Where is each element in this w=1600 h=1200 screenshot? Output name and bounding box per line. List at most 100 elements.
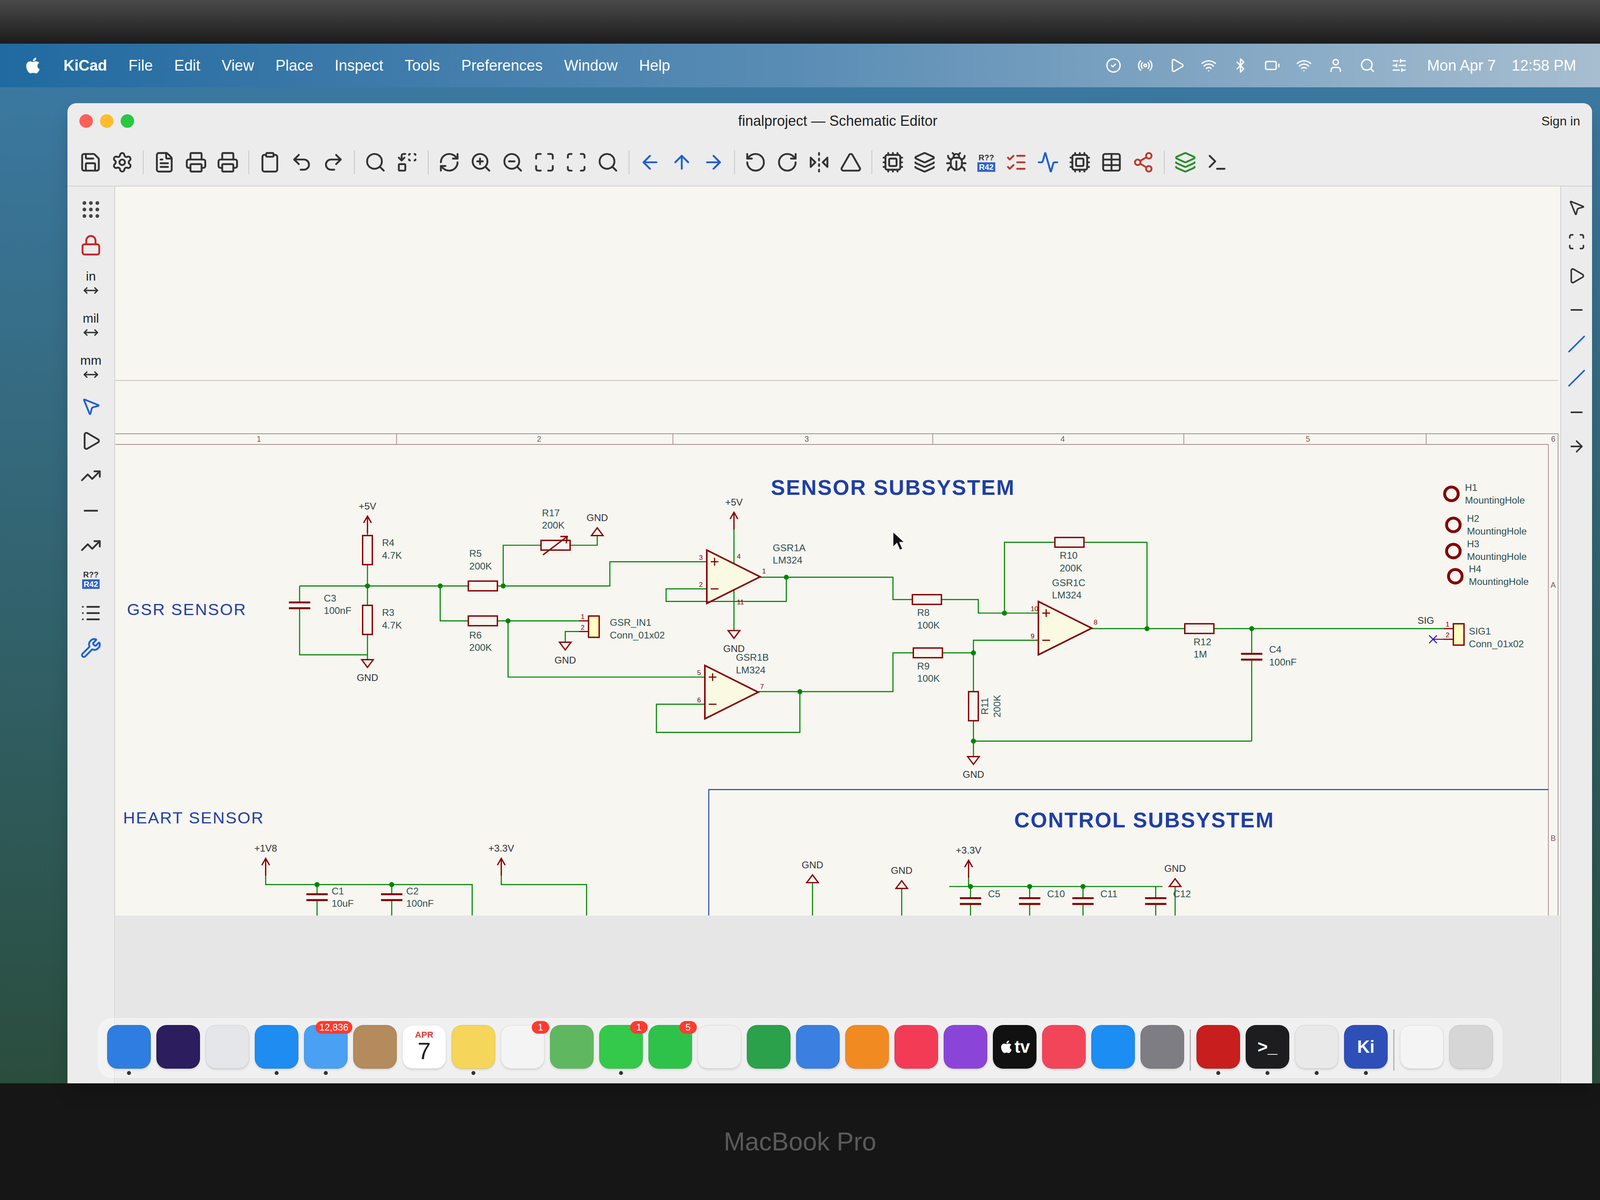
now-playing-icon[interactable] bbox=[1169, 57, 1185, 74]
dock-app[interactable] bbox=[1294, 1025, 1339, 1075]
resistor-symbol[interactable]: R11200K bbox=[968, 691, 1003, 721]
connector-symbol[interactable]: 12GSR_IN1Conn_01x02 bbox=[578, 613, 666, 641]
mirror-horizontal-icon[interactable] bbox=[807, 151, 831, 174]
dock-app[interactable]: 12,836 bbox=[303, 1025, 348, 1075]
ground-symbol[interactable]: GND bbox=[962, 756, 985, 781]
dock-app[interactable] bbox=[550, 1025, 594, 1075]
dock-app[interactable]: 1 bbox=[500, 1025, 545, 1075]
assign-footprints-icon[interactable] bbox=[945, 151, 968, 174]
add-line-icon[interactable] bbox=[1567, 403, 1586, 422]
dock-app[interactable] bbox=[845, 1025, 889, 1075]
cursor-shape-icon[interactable] bbox=[80, 396, 102, 417]
unit-button[interactable]: mil bbox=[80, 311, 102, 341]
scripting-console-icon[interactable] bbox=[1205, 151, 1229, 174]
apple-icon[interactable] bbox=[23, 56, 43, 75]
power-supply-symbol[interactable]: +3.3V bbox=[955, 844, 982, 878]
dock-app[interactable]: APR7 bbox=[402, 1025, 447, 1075]
wire-angle-icon[interactable] bbox=[80, 465, 102, 487]
ground-symbol[interactable]: GND bbox=[356, 659, 379, 683]
ground-symbol[interactable]: GND bbox=[723, 630, 745, 654]
bom-icon[interactable] bbox=[1132, 151, 1155, 174]
add-label-icon[interactable] bbox=[1567, 437, 1586, 456]
canvas-area[interactable]: 123456ABSENSOR SUBSYSTEMCONTROL SUBSYSTE… bbox=[115, 186, 1561, 1084]
potentiometer-symbol[interactable]: R17200K bbox=[540, 507, 570, 556]
select-icon[interactable] bbox=[1567, 198, 1586, 217]
resistor-symbol[interactable]: R9100K bbox=[913, 648, 943, 685]
rotate-cw-icon[interactable] bbox=[776, 151, 799, 174]
properties-icon[interactable] bbox=[80, 637, 102, 659]
bluetooth-icon[interactable] bbox=[1232, 57, 1249, 74]
user-icon[interactable] bbox=[1327, 57, 1344, 74]
dock-app[interactable] bbox=[156, 1025, 200, 1075]
ground-symbol[interactable]: GND bbox=[554, 642, 576, 666]
resistor-symbol[interactable]: R121M bbox=[1184, 623, 1214, 660]
menu-time[interactable]: 12:58 PM bbox=[1511, 54, 1577, 77]
symbol-library-icon[interactable] bbox=[913, 151, 936, 174]
unit-button[interactable]: mm bbox=[77, 353, 104, 383]
ground-symbol[interactable]: GND bbox=[586, 512, 608, 536]
navigate-forward-icon[interactable] bbox=[702, 151, 725, 174]
save-icon[interactable] bbox=[79, 151, 102, 174]
dock-app[interactable] bbox=[1091, 1025, 1135, 1075]
symbol-editor-icon[interactable] bbox=[881, 151, 904, 174]
power-supply-symbol[interactable]: +5V bbox=[725, 496, 744, 530]
dock-app[interactable] bbox=[1196, 1025, 1241, 1075]
simulator-icon[interactable] bbox=[1036, 151, 1060, 174]
dock-app[interactable] bbox=[107, 1025, 151, 1075]
zoom-button[interactable] bbox=[120, 114, 135, 128]
airdrop-icon[interactable] bbox=[1200, 57, 1217, 74]
menu-date[interactable]: Mon Apr 7 bbox=[1426, 54, 1496, 77]
menu-item[interactable]: View bbox=[221, 54, 255, 77]
sign-in-link[interactable]: Sign in bbox=[1541, 111, 1581, 131]
close-button[interactable] bbox=[79, 114, 93, 128]
add-bus-icon[interactable] bbox=[1567, 369, 1586, 388]
control-center-icon[interactable] bbox=[1391, 57, 1408, 74]
menu-item[interactable]: File bbox=[128, 54, 153, 77]
spotlight-icon[interactable] bbox=[1359, 57, 1376, 74]
focus-icon[interactable] bbox=[1105, 57, 1122, 74]
paste-icon[interactable] bbox=[258, 151, 281, 174]
capacitor-symbol[interactable]: C5 bbox=[959, 888, 1001, 904]
undo-icon[interactable] bbox=[290, 151, 313, 174]
opamp-symbol[interactable]: 1098GSR1CLM324 bbox=[1030, 577, 1098, 655]
dock-app[interactable] bbox=[1400, 1025, 1444, 1075]
power-supply-symbol[interactable]: +1V8 bbox=[254, 842, 278, 876]
resistor-symbol[interactable]: R44.7K bbox=[362, 535, 403, 565]
hierarchy-icon[interactable] bbox=[80, 602, 102, 624]
mounting-hole-symbol[interactable]: H1MountingHole bbox=[1444, 482, 1525, 506]
capacitor-symbol[interactable]: C3100nF bbox=[288, 592, 352, 617]
refresh-icon[interactable] bbox=[438, 151, 461, 174]
zoom-selection-icon[interactable] bbox=[596, 151, 620, 174]
zoom-out-icon[interactable] bbox=[501, 151, 524, 174]
opamp-symbol[interactable]: 321411GSR1ALM324 bbox=[699, 542, 806, 606]
add-wire-icon[interactable] bbox=[1567, 334, 1586, 354]
power-supply-symbol[interactable]: +3.3V bbox=[488, 842, 515, 876]
mounting-hole-symbol[interactable]: H4MountingHole bbox=[1448, 563, 1529, 587]
erc-icon[interactable] bbox=[1005, 151, 1028, 174]
zoom-in-icon[interactable] bbox=[469, 151, 493, 174]
schematic-canvas[interactable]: 123456ABSENSOR SUBSYSTEMCONTROL SUBSYSTE… bbox=[115, 186, 1561, 1084]
dock-app[interactable] bbox=[451, 1025, 496, 1075]
menu-item[interactable]: Inspect bbox=[334, 54, 384, 77]
page-settings-icon[interactable] bbox=[153, 151, 176, 174]
add-power-icon[interactable] bbox=[1567, 300, 1586, 320]
dock-app[interactable] bbox=[894, 1025, 939, 1075]
dock-app[interactable]: 5 bbox=[648, 1025, 693, 1075]
highlight-net-icon[interactable] bbox=[1567, 232, 1586, 251]
annotate-icon[interactable]: R??R42 bbox=[976, 152, 996, 172]
schematic-setup-icon[interactable] bbox=[111, 151, 134, 174]
pin-icon[interactable] bbox=[80, 430, 102, 452]
dock-app[interactable]: Ki bbox=[1344, 1025, 1388, 1075]
mounting-hole-symbol[interactable]: H3MountingHole bbox=[1446, 538, 1527, 562]
ground-symbol[interactable]: GND bbox=[890, 865, 913, 889]
menu-app-name[interactable]: KiCad bbox=[63, 54, 108, 77]
menu-item[interactable]: Tools bbox=[404, 54, 441, 77]
footprint-assign-icon[interactable] bbox=[1068, 151, 1091, 174]
mirror-vertical-icon[interactable] bbox=[839, 151, 862, 174]
pcb-editor-icon[interactable] bbox=[1174, 151, 1197, 174]
lock-icon[interactable] bbox=[79, 234, 102, 257]
menu-item[interactable]: Edit bbox=[174, 54, 200, 77]
dock-app[interactable] bbox=[697, 1025, 742, 1075]
connector-symbol[interactable]: 12SIG1Conn_01x02 bbox=[1443, 620, 1524, 649]
dock-app[interactable] bbox=[1042, 1025, 1086, 1075]
